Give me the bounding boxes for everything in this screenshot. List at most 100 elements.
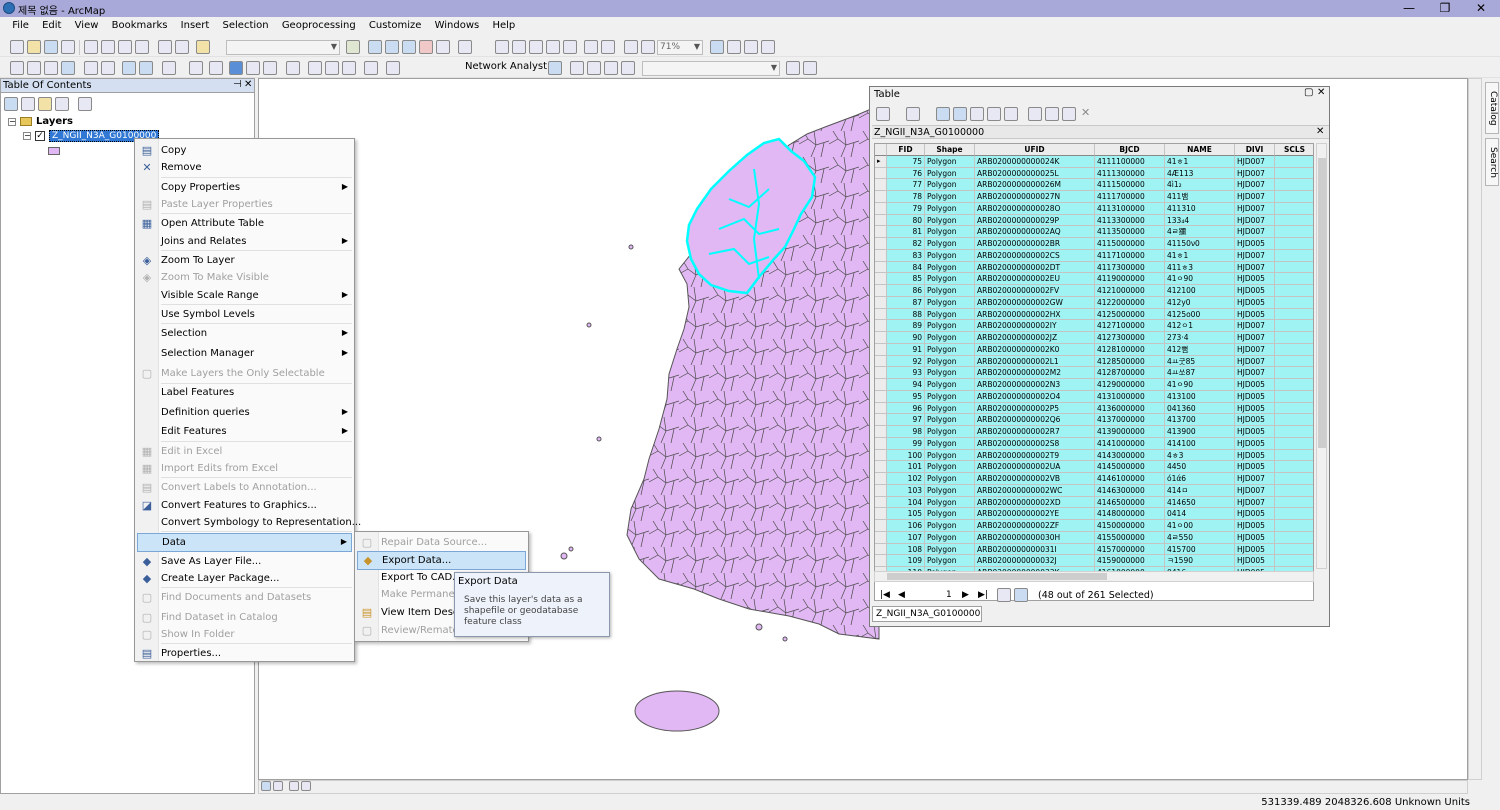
copy-icon[interactable] [101, 40, 115, 54]
row-selector[interactable] [875, 285, 887, 297]
show-selected-records-icon[interactable] [1014, 588, 1028, 602]
pause-drawing-icon[interactable] [301, 781, 311, 791]
catalog-dock-tab[interactable]: Catalog [1485, 82, 1499, 134]
network-analyst-menu[interactable]: Network Analyst ▾ [465, 61, 555, 72]
menu-item-use-symbol-levels[interactable]: Use Symbol Levels [137, 306, 352, 325]
html-popup-icon[interactable] [263, 61, 277, 75]
row-selector[interactable] [875, 379, 887, 391]
row-selector[interactable] [875, 273, 887, 285]
row-selector[interactable] [875, 179, 887, 191]
list-by-visibility-icon[interactable] [38, 97, 52, 111]
menu-item-definition-queries[interactable]: Definition queries ▶ [137, 404, 352, 423]
table-row[interactable]: 99 Polygon ARB020000000002S8 4141000000 4141… [875, 437, 1313, 450]
maximize-button[interactable]: ❐ [1428, 0, 1462, 17]
list-by-drawing-order-icon[interactable] [4, 97, 18, 111]
row-selector[interactable] [875, 261, 887, 274]
table-row[interactable]: 91 Polygon ARB020000000002K0 4128100000 412뼘… [875, 343, 1313, 356]
row-selector[interactable] [875, 343, 887, 356]
toc-options-icon[interactable] [78, 97, 92, 111]
attribute-grid[interactable]: FID Shape UFID BJCD NAME DIVI SCLS ▸ 75 Polygon AR… [874, 143, 1314, 601]
last-record-button[interactable]: ▶| [978, 590, 988, 600]
layout-view-toggle-icon[interactable] [273, 781, 283, 791]
find-icon[interactable] [308, 61, 322, 75]
zoom-level-combo[interactable]: 71% ▼ [657, 40, 703, 55]
data-view-icon[interactable] [261, 781, 271, 791]
full-extent-icon[interactable] [61, 61, 75, 75]
pan-icon[interactable] [44, 61, 58, 75]
network-dataset-combo[interactable]: ▼ [642, 61, 780, 76]
layout-tool-9-icon[interactable] [641, 40, 655, 54]
menu-item-open-attribute-table[interactable]: ▦ Open Attribute Table [137, 215, 352, 234]
fixed-zoom-in-icon[interactable] [84, 61, 98, 75]
na-tool-5-icon[interactable] [786, 61, 800, 75]
arctoolbox-icon[interactable] [419, 40, 433, 54]
table-layer-close-button[interactable]: ✕ [1316, 126, 1324, 137]
layer-visibility-checkbox[interactable]: ✓ [35, 131, 45, 141]
toc-pin-button[interactable]: ⊣ [233, 79, 242, 90]
menu-item-convert-symbology-to-representation[interactable]: Convert Symbology to Representation... [137, 514, 361, 533]
open-folder-icon[interactable] [27, 40, 41, 54]
layout-view-icon[interactable] [710, 40, 724, 54]
table-row[interactable]: 92 Polygon ARB020000000002L1 4128500000 4ㅛ굿8… [875, 355, 1313, 368]
row-selector[interactable] [875, 484, 887, 497]
table-row[interactable]: 105 Polygon ARB020000000002YE 4148000000 041… [875, 508, 1313, 520]
na-tool-4-icon[interactable] [621, 61, 635, 75]
row-selector[interactable] [875, 496, 887, 509]
select-by-attributes-icon[interactable] [936, 107, 950, 121]
toc-window-icon[interactable] [368, 40, 382, 54]
collapse-layers-icon[interactable]: − [8, 118, 16, 126]
layout-tool-6-icon[interactable] [584, 40, 598, 54]
search-dock-tab[interactable]: Search [1485, 138, 1499, 186]
menu-item-label-features[interactable]: Label Features [137, 384, 352, 403]
data-menu-item-export-data[interactable]: ◆ Export Data... [357, 551, 526, 570]
row-selector[interactable] [875, 355, 887, 368]
row-selector[interactable] [875, 390, 887, 403]
row-selector[interactable] [875, 214, 887, 227]
layout-tool-5-icon[interactable] [563, 40, 577, 54]
table-row[interactable]: 107 Polygon ARB0200000000030H 4155000000 4ㄹ5… [875, 531, 1313, 544]
previous-record-button[interactable]: ◀ [898, 590, 905, 600]
row-selector[interactable] [875, 320, 887, 332]
menu-item-create-layer-package[interactable]: ◆ Create Layer Package... [137, 570, 352, 589]
row-selector[interactable]: ▸ [875, 155, 887, 168]
layout-tool-8-icon[interactable] [624, 40, 638, 54]
menu-geoprocessing[interactable]: Geoprocessing [277, 18, 361, 31]
column-header-scls[interactable]: SCLS [1275, 144, 1313, 156]
menu-help[interactable]: Help [487, 18, 520, 31]
table-row[interactable]: 87 Polygon ARB020000000002GW 4122000000 412у… [875, 296, 1313, 309]
table-vertical-scrollbar[interactable] [1316, 143, 1327, 569]
table-row[interactable]: 76 Polygon ARB0200000000025L 4111300000 4Æ11… [875, 167, 1313, 180]
table-tool-1-icon[interactable] [1028, 107, 1042, 121]
menu-item-visible-scale-range[interactable]: Visible Scale Range ▶ [137, 287, 352, 306]
menu-item-joins-and-relates[interactable]: Joins and Relates ▶ [137, 233, 352, 252]
time-slider-icon[interactable] [364, 61, 378, 75]
table-tab[interactable]: Z_NGII_N3A_G0100000 [872, 606, 982, 622]
row-selector[interactable] [875, 508, 887, 520]
close-button[interactable]: ✕ [1464, 0, 1498, 17]
model-builder-icon[interactable] [458, 40, 472, 54]
table-row[interactable]: 95 Polygon ARB020000000002O4 4131000000 4131… [875, 390, 1313, 403]
na-tool-6-icon[interactable] [803, 61, 817, 75]
row-selector[interactable] [875, 402, 887, 415]
table-row[interactable]: 84 Polygon ARB020000000002DT 4117300000 411ㅎ… [875, 261, 1313, 274]
row-selector[interactable] [875, 308, 887, 321]
related-tables-icon[interactable] [906, 107, 920, 121]
table-tool-2-icon[interactable] [1045, 107, 1059, 121]
catalog-window-icon[interactable] [385, 40, 399, 54]
paste-icon[interactable] [118, 40, 132, 54]
column-header-shape[interactable]: Shape [925, 144, 975, 156]
back-extent-icon[interactable] [122, 61, 136, 75]
row-selector[interactable] [875, 426, 887, 438]
menu-item-selection[interactable]: Selection ▶ [137, 325, 352, 344]
current-record-number[interactable]: 1 [946, 590, 952, 600]
select-features-icon[interactable] [162, 61, 176, 75]
row-selector[interactable] [875, 543, 887, 556]
menu-insert[interactable]: Insert [176, 18, 215, 31]
table-close-button[interactable]: ✕ [1317, 87, 1325, 98]
delete-selected-icon[interactable] [1004, 107, 1018, 121]
scale-combo[interactable]: ▼ [226, 40, 340, 55]
layout-tool-2-icon[interactable] [512, 40, 526, 54]
na-tool-1-icon[interactable] [570, 61, 584, 75]
search-window-icon[interactable] [402, 40, 416, 54]
layer-symbol-swatch[interactable] [48, 147, 60, 155]
